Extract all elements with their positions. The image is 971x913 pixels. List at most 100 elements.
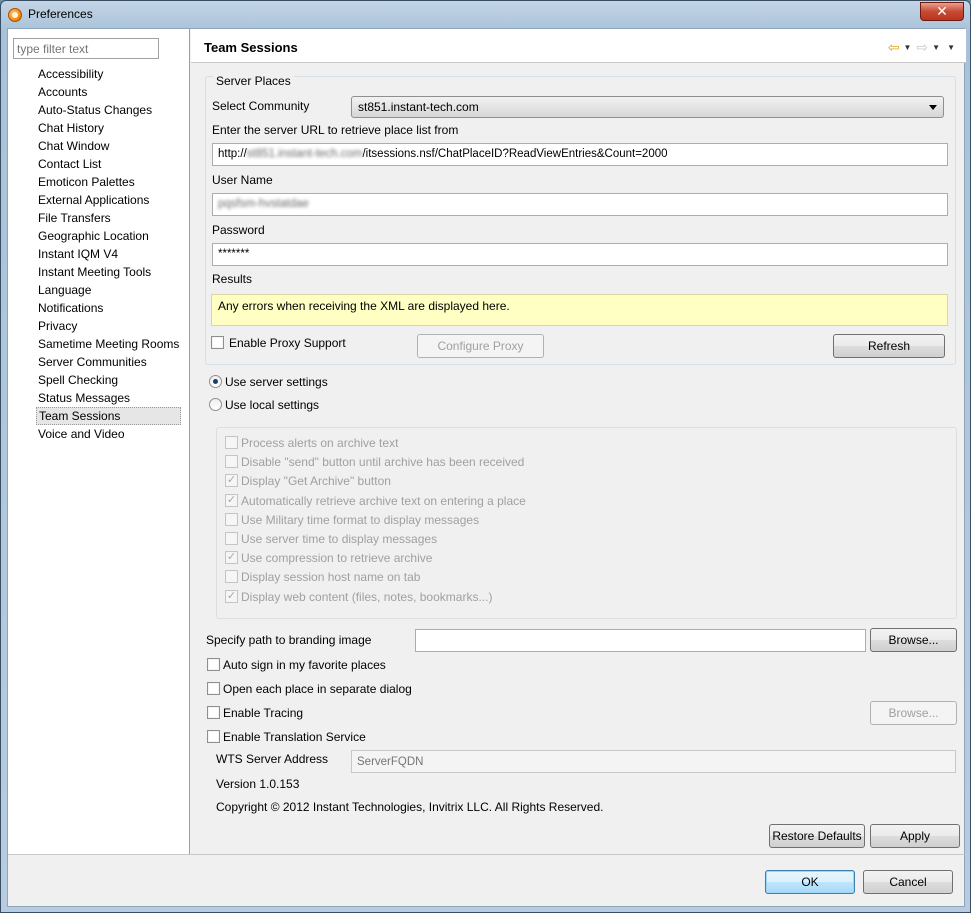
open-each-label: Open each place in separate dialog: [223, 682, 412, 696]
username-field[interactable]: pqsfsm-hvstatdae: [212, 193, 948, 216]
archive-option-label: Display "Get Archive" button: [241, 474, 391, 489]
copyright-text: Copyright © 2012 Instant Technologies, I…: [216, 800, 604, 814]
browse-branding-button[interactable]: Browse...: [870, 628, 957, 652]
branding-path-field[interactable]: [415, 629, 866, 652]
window-client-area: AccessibilityAccountsAuto-Status Changes…: [7, 28, 966, 908]
results-box: Any errors when receiving the XML are di…: [211, 294, 948, 326]
cancel-button[interactable]: Cancel: [863, 870, 953, 894]
community-select-value: st851.instant-tech.com: [358, 100, 479, 114]
forward-arrow-icon[interactable]: ⇨: [916, 40, 928, 54]
archive-option-checkbox[interactable]: [225, 512, 238, 526]
archive-option-checkbox[interactable]: ✓: [225, 551, 238, 565]
nav-item-instant-iqm-v4[interactable]: Instant IQM V4: [36, 245, 181, 263]
community-select[interactable]: st851.instant-tech.com: [351, 96, 944, 118]
archive-option-checkbox[interactable]: [225, 532, 238, 545]
nav-item-team-sessions[interactable]: Team Sessions: [36, 407, 182, 425]
use-server-settings-label: Use server settings: [225, 375, 328, 389]
wts-server-label: WTS Server Address: [216, 752, 329, 766]
nav-item-language[interactable]: Language: [36, 281, 181, 299]
page-title: Team Sessions: [204, 40, 298, 55]
nav-item-status-messages[interactable]: Status Messages: [36, 389, 181, 407]
nav-item-geographic-location[interactable]: Geographic Location: [36, 227, 181, 245]
apply-button[interactable]: Apply: [870, 824, 960, 848]
archive-option-checkbox[interactable]: ✓: [225, 589, 238, 603]
enable-proxy-checkbox[interactable]: [211, 336, 224, 349]
nav-item-server-communities[interactable]: Server Communities: [36, 353, 181, 371]
archive-option-checkbox[interactable]: [225, 570, 238, 584]
username-label: User Name: [212, 173, 273, 187]
history-nav: ⇦ ▼ ⇨ ▼ ▼: [888, 40, 958, 54]
forward-menu-icon[interactable]: ▼: [932, 43, 940, 52]
server-url-field[interactable]: http://st851.instant-tech.com/itsessions…: [212, 143, 948, 166]
use-local-settings-radio[interactable]: [209, 398, 222, 411]
archive-option-label: Use Military time format to display mess…: [241, 512, 480, 527]
browse-tracing-button[interactable]: Browse...: [870, 701, 957, 725]
nav-list: Accessibility Accounts Auto-Status Changes…: [36, 65, 182, 443]
archive-option-label: Process alerts on archive text: [241, 436, 399, 450]
archive-option-checkbox[interactable]: ✓: [225, 474, 238, 488]
enable-tracing-label: Enable Tracing: [223, 706, 304, 720]
back-arrow-icon[interactable]: ⇦: [888, 40, 900, 54]
archive-option-label: Display session host name on tab: [241, 570, 421, 585]
select-community-label: Select Community: [212, 99, 310, 113]
view-menu-icon[interactable]: ▼: [947, 43, 955, 52]
archive-option-label: Use compression to retrieve archive: [241, 551, 433, 566]
archive-option-label: Use server time to display messages: [241, 532, 438, 546]
enable-translation-label: Enable Translation Service: [223, 730, 366, 744]
results-label: Results: [212, 272, 253, 286]
archive-option-label: Disable "send" button until archive has …: [241, 455, 525, 470]
refresh-button[interactable]: Refresh: [833, 334, 945, 358]
enable-tracing-checkbox[interactable]: [207, 706, 220, 719]
archive-option-label: Automatically retrieve archive text on e…: [241, 493, 526, 508]
dialog-button-bar: OK Cancel: [8, 854, 966, 908]
nav-item-accessibility[interactable]: Accessibility: [36, 65, 181, 83]
preferences-nav-tree: AccessibilityAccountsAuto-Status Changes…: [8, 29, 190, 854]
page-header: Team Sessions ⇦ ▼ ⇨ ▼ ▼: [191, 29, 966, 63]
close-button[interactable]: ✕: [920, 2, 964, 21]
archive-option-checkbox[interactable]: ✓: [225, 493, 238, 507]
preference-page: Team Sessions ⇦ ▼ ⇨ ▼ ▼ Server Places Se…: [191, 29, 966, 854]
nav-item-accounts[interactable]: Accounts: [36, 83, 181, 101]
nav-item-contact-list[interactable]: Contact List: [36, 155, 181, 173]
use-server-settings-radio[interactable]: [209, 375, 222, 388]
window-title: Preferences: [28, 7, 93, 21]
nav-item-instant-meeting-tools[interactable]: Instant Meeting Tools: [36, 263, 181, 281]
server-url-label: Enter the server URL to retrieve place l…: [212, 123, 459, 137]
nav-item-sametime-meeting-rooms[interactable]: Sametime Meeting Rooms: [36, 335, 181, 353]
nav-item-chat-window[interactable]: Chat Window: [36, 137, 181, 155]
branding-label: Specify path to branding image: [206, 633, 372, 647]
nav-item-chat-history[interactable]: Chat History: [36, 119, 181, 137]
nav-item-file-transfers[interactable]: File Transfers: [36, 209, 181, 227]
nav-item-external-applications[interactable]: External Applications: [36, 191, 181, 209]
nav-item-privacy[interactable]: Privacy: [36, 317, 181, 335]
back-menu-icon[interactable]: ▼: [904, 43, 912, 52]
wts-server-field[interactable]: [351, 750, 956, 773]
ok-button[interactable]: OK: [765, 870, 855, 894]
archive-option-checkbox[interactable]: [225, 436, 238, 449]
url-suffix: /itsessions.nsf/ChatPlaceID?ReadViewEntr…: [362, 148, 668, 160]
configure-proxy-button[interactable]: Configure Proxy: [417, 334, 544, 358]
url-prefix: http://: [218, 148, 247, 160]
nav-item-voice-and-video[interactable]: Voice and Video: [36, 425, 181, 443]
password-label: Password: [212, 223, 265, 237]
password-field[interactable]: *******: [212, 243, 948, 266]
nav-item-notifications[interactable]: Notifications: [36, 299, 181, 317]
chevron-down-icon: [929, 105, 937, 110]
nav-item-auto-status-changes[interactable]: Auto-Status Changes: [36, 101, 181, 119]
restore-defaults-button[interactable]: Restore Defaults: [769, 824, 865, 848]
app-logo-icon: [8, 8, 22, 22]
title-bar[interactable]: Preferences ✕: [1, 1, 970, 28]
open-each-checkbox[interactable]: [207, 682, 220, 695]
auto-sign-checkbox[interactable]: [207, 658, 220, 671]
filter-input[interactable]: [13, 38, 159, 59]
server-places-legend: Server Places: [213, 74, 294, 88]
version-text: Version 1.0.153: [216, 777, 300, 791]
nav-item-spell-checking[interactable]: Spell Checking: [36, 371, 181, 389]
enable-translation-checkbox[interactable]: [207, 730, 220, 743]
archive-option-checkbox[interactable]: [225, 455, 238, 469]
url-host-blurred: st851.instant-tech.com: [246, 148, 363, 160]
username-value-blurred: pqsfsm-hvstatdae: [218, 198, 309, 210]
nav-item-emoticon-palettes[interactable]: Emoticon Palettes: [36, 173, 181, 191]
auto-sign-label: Auto sign in my favorite places: [223, 658, 386, 672]
enable-proxy-label: Enable Proxy Support: [229, 336, 346, 350]
